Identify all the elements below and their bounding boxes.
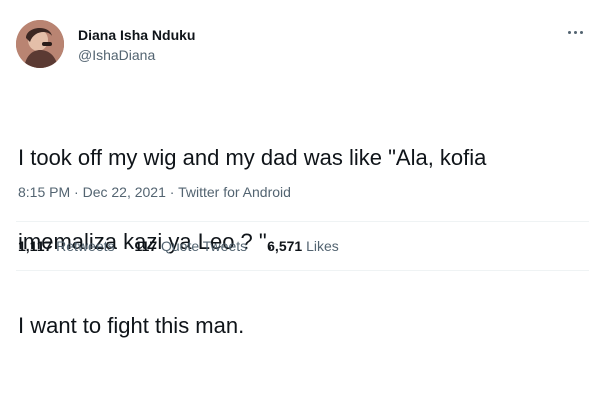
tweet-text-line: I took off my wig and my dad was like "A… [18, 145, 487, 170]
meta-separator: · [70, 184, 83, 200]
more-options-icon[interactable] [561, 22, 589, 42]
tweet-meta: 8:15 PM · Dec 22, 2021 · Twitter for And… [18, 184, 291, 200]
dot [567, 30, 571, 34]
tweet-stats: 1,117 Retweets 117 Quote Tweets 6,571 Li… [18, 238, 359, 254]
quote-tweets-stat[interactable]: 117 Quote Tweets [135, 238, 248, 254]
retweets-label: Retweets [56, 238, 115, 254]
quote-tweets-count: 117 [134, 238, 158, 254]
tweet-card: Diana Isha Nduku @IshaDiana I took off m… [0, 0, 599, 338]
likes-count: 6,571 [267, 238, 303, 254]
tweet-time-link[interactable]: 8:15 PM [18, 184, 70, 200]
retweets-count: 1,117 [18, 238, 53, 254]
divider [16, 270, 589, 271]
divider [16, 221, 589, 222]
dot [573, 30, 577, 34]
tweet-source-link[interactable]: Twitter for Android [178, 184, 291, 200]
likes-stat[interactable]: 6,571 Likes [267, 238, 339, 254]
likes-label: Likes [306, 238, 339, 254]
meta-separator: · [165, 184, 179, 200]
retweets-stat[interactable]: 1,117 Retweets [18, 238, 115, 254]
avatar[interactable] [16, 20, 64, 68]
tweet-date-link[interactable]: Dec 22, 2021 [83, 184, 166, 200]
dot [579, 30, 583, 34]
author-handle[interactable]: @IshaDiana [78, 47, 155, 63]
quote-tweets-label: Quote Tweets [161, 238, 248, 254]
tweet-text-line: I want to fight this man. [18, 313, 245, 338]
profile-photo-icon [16, 20, 64, 68]
author-display-name[interactable]: Diana Isha Nduku [78, 27, 195, 43]
